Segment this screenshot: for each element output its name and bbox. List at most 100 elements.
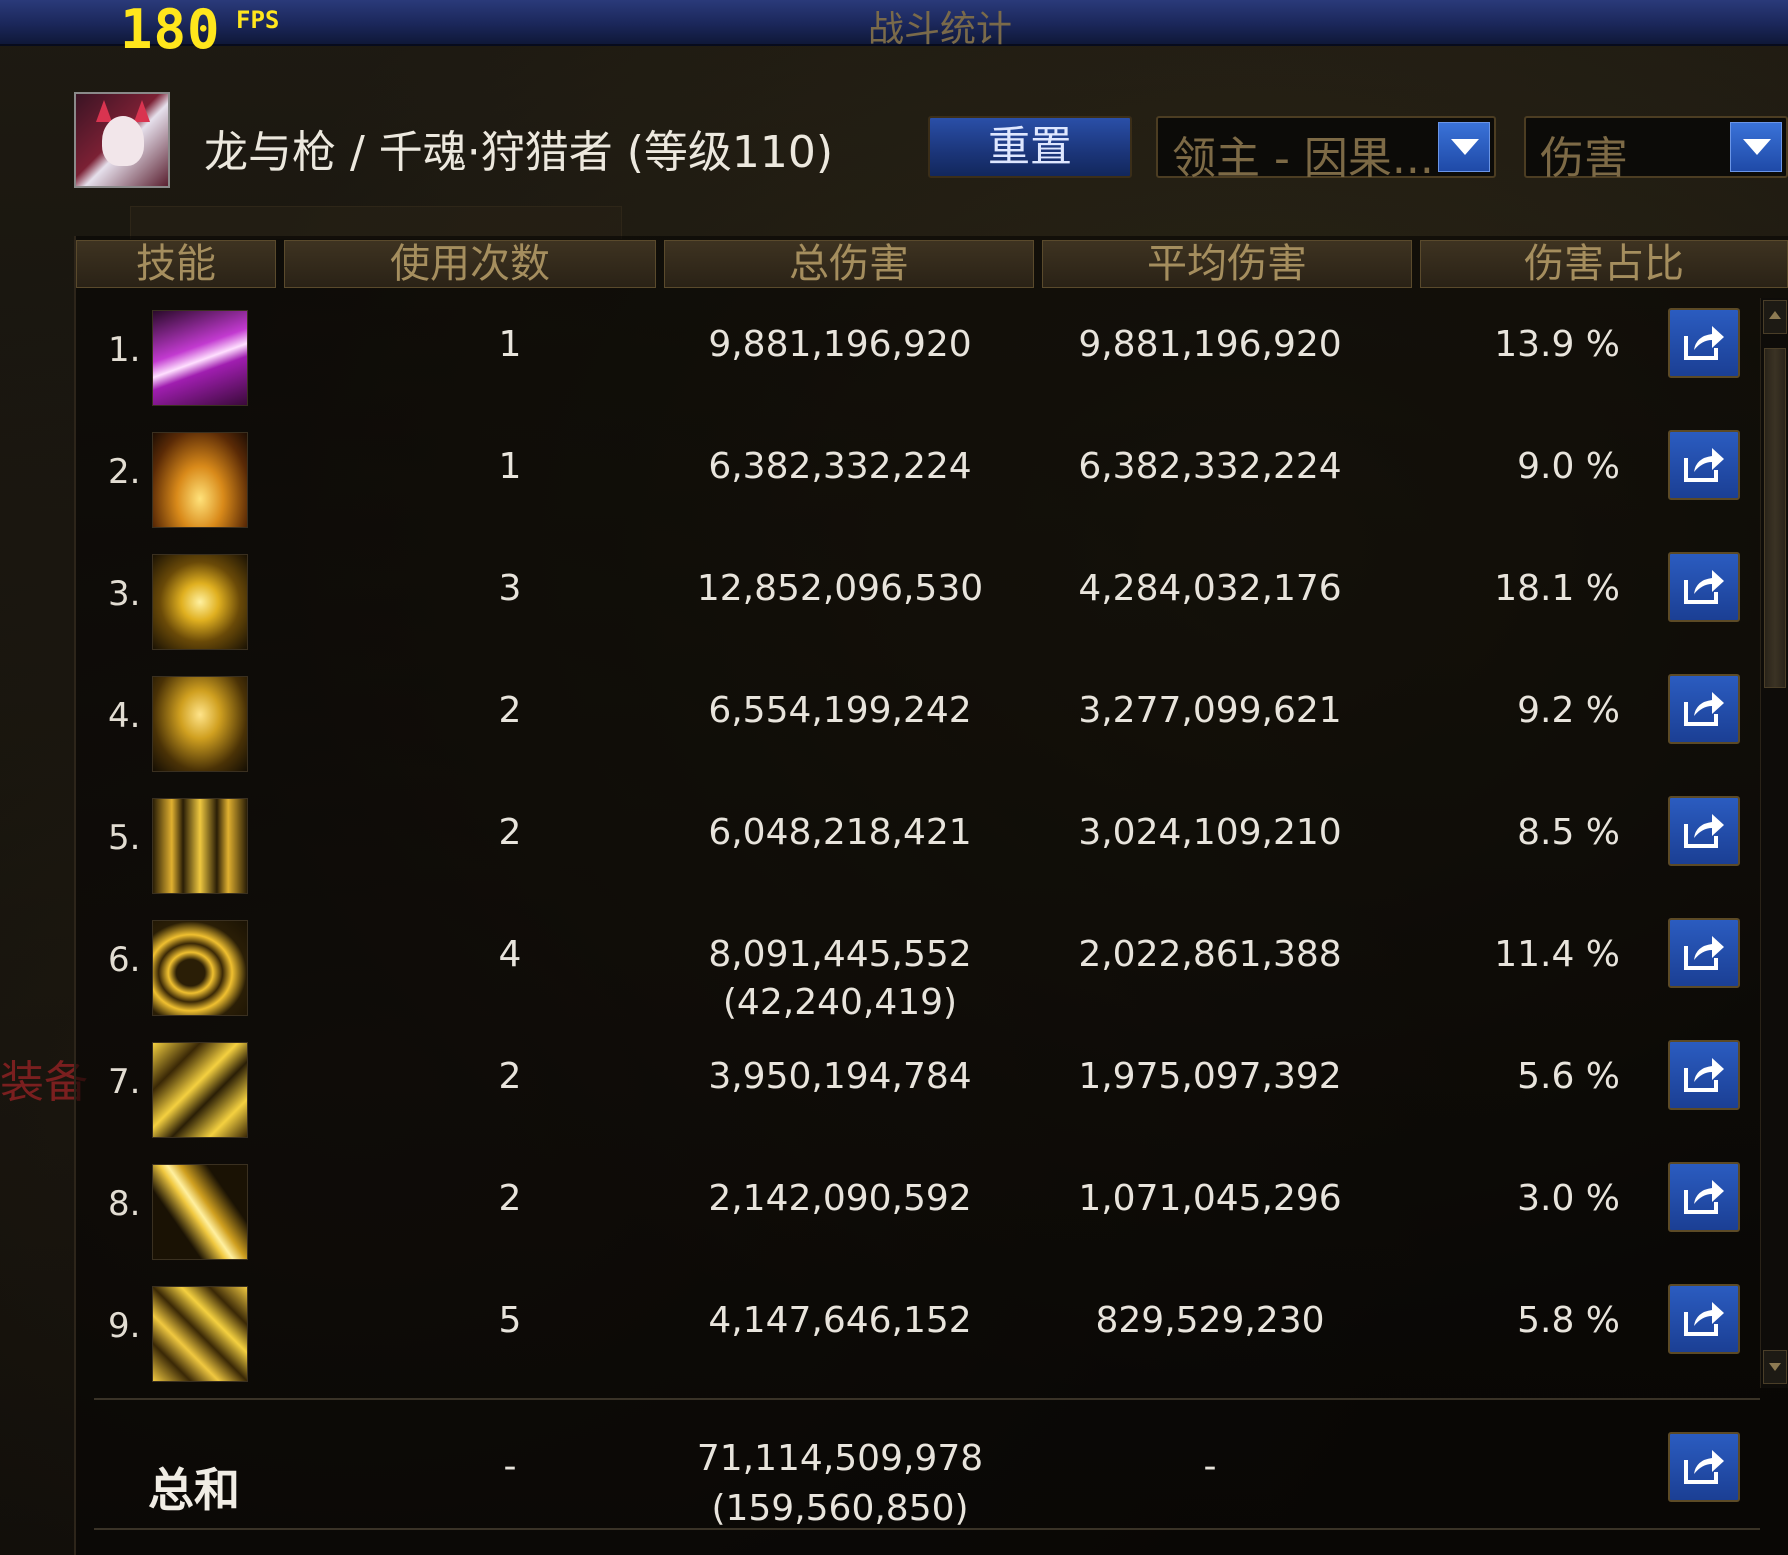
share-button[interactable] bbox=[1668, 674, 1740, 744]
scroll-up-icon[interactable] bbox=[1763, 300, 1787, 334]
total-damage: 6,554,199,242 bbox=[708, 690, 972, 731]
skill-icon-claw bbox=[152, 798, 248, 894]
fps-counter: 180 bbox=[120, 0, 221, 61]
stat-type-dropdown[interactable]: 伤害 bbox=[1524, 116, 1788, 184]
total-damage: 8,091,445,552 bbox=[708, 934, 972, 975]
row-rank: 5. bbox=[108, 818, 141, 858]
share-icon bbox=[1684, 1450, 1724, 1484]
average-damage: 1,975,097,392 bbox=[1078, 1056, 1342, 1097]
reset-button[interactable]: 重置 bbox=[928, 116, 1132, 178]
damage-share: 8.5 % bbox=[1517, 812, 1620, 853]
skill-icon-swirl bbox=[152, 920, 248, 1016]
uses-count: 4 bbox=[498, 934, 522, 975]
total-damage: 6,048,218,421 bbox=[708, 812, 972, 853]
table-row: 7. 2 3,950,194,784 1,975,097,392 5.6 % bbox=[80, 1028, 1760, 1150]
average-damage: 9,881,196,920 bbox=[1078, 324, 1342, 365]
total-damage: 2,142,090,592 bbox=[708, 1178, 972, 1219]
character-name: 龙与枪 / 千魂·狩猎者 (等级110) bbox=[204, 127, 834, 178]
row-rank: 3. bbox=[108, 574, 141, 614]
skill-icon-strike bbox=[152, 1164, 248, 1260]
skill-icon-spear bbox=[152, 1286, 248, 1382]
total-damage-sum-extra: (159,560,850) bbox=[711, 1488, 969, 1529]
scrollbar[interactable] bbox=[1760, 298, 1788, 1388]
average-damage: 3,277,099,621 bbox=[1078, 690, 1342, 731]
background-tab bbox=[130, 206, 622, 239]
total-damage: 6,382,332,224 bbox=[708, 446, 972, 487]
skill-icon-wave bbox=[152, 676, 248, 772]
share-button[interactable] bbox=[1668, 308, 1740, 378]
share-button[interactable] bbox=[1668, 1162, 1740, 1232]
uses-count: 2 bbox=[498, 1178, 522, 1219]
total-label: 总和 bbox=[148, 1463, 240, 1517]
share-button[interactable] bbox=[1668, 1040, 1740, 1110]
uses-count: 3 bbox=[498, 568, 522, 609]
share-icon bbox=[1684, 814, 1724, 848]
share-icon bbox=[1684, 448, 1724, 482]
row-rank: 6. bbox=[108, 940, 141, 980]
share-icon bbox=[1684, 1058, 1724, 1092]
total-damage: 9,881,196,920 bbox=[708, 324, 972, 365]
average-damage: 829,529,230 bbox=[1095, 1300, 1325, 1341]
share-icon bbox=[1684, 1302, 1724, 1336]
table-row: 4. 2 6,554,199,242 3,277,099,621 9.2 % bbox=[80, 662, 1760, 784]
total-damage: 12,852,096,530 bbox=[696, 568, 984, 609]
share-icon bbox=[1684, 326, 1724, 360]
share-total-button[interactable] bbox=[1668, 1432, 1740, 1502]
share-icon bbox=[1684, 692, 1724, 726]
portrait-horn bbox=[96, 100, 112, 122]
damage-share: 9.2 % bbox=[1517, 690, 1620, 731]
average-damage: 6,382,332,224 bbox=[1078, 446, 1342, 487]
damage-share: 5.6 % bbox=[1517, 1056, 1620, 1097]
portrait-face bbox=[102, 116, 144, 166]
share-button[interactable] bbox=[1668, 430, 1740, 500]
skill-icon-slash bbox=[152, 310, 248, 406]
table-row: 6. 4 8,091,445,552 (42,240,419) 2,022,86… bbox=[80, 906, 1760, 1028]
row-rank: 1. bbox=[108, 330, 141, 370]
scroll-down-icon[interactable] bbox=[1763, 1350, 1787, 1384]
table-row: 9. 5 4,147,646,152 829,529,230 5.8 % bbox=[80, 1272, 1760, 1394]
table-row: 8. 2 2,142,090,592 1,071,045,296 3.0 % bbox=[80, 1150, 1760, 1272]
total-damage-sum: 71,114,509,978 bbox=[696, 1438, 984, 1479]
share-button[interactable] bbox=[1668, 552, 1740, 622]
row-rank: 4. bbox=[108, 696, 141, 736]
total-uses: - bbox=[503, 1446, 517, 1487]
uses-count: 1 bbox=[498, 324, 522, 365]
average-damage: 1,071,045,296 bbox=[1078, 1178, 1342, 1219]
window-title: 战斗统计 bbox=[867, 9, 1012, 50]
share-button[interactable] bbox=[1668, 1284, 1740, 1354]
row-rank: 8. bbox=[108, 1184, 141, 1224]
share-icon bbox=[1684, 1180, 1724, 1214]
scroll-thumb[interactable] bbox=[1764, 348, 1786, 688]
share-button[interactable] bbox=[1668, 796, 1740, 866]
uses-count: 2 bbox=[498, 1056, 522, 1097]
header-damage-share: 伤害占比 bbox=[1420, 240, 1788, 288]
total-damage: 4,147,646,152 bbox=[708, 1300, 972, 1341]
table-divider bbox=[94, 1398, 1760, 1400]
damage-share: 9.0 % bbox=[1517, 446, 1620, 487]
row-rank: 2. bbox=[108, 452, 141, 492]
dropdown-arrow-icon[interactable] bbox=[1730, 122, 1782, 172]
average-damage: 3,024,109,210 bbox=[1078, 812, 1342, 853]
table-row: 1. 1 9,881,196,920 9,881,196,920 13.9 % bbox=[80, 296, 1760, 418]
table-divider bbox=[94, 1528, 1760, 1530]
skill-icon-burst bbox=[152, 432, 248, 528]
fps-unit: FPS bbox=[236, 6, 280, 34]
damage-share: 18.1 % bbox=[1494, 568, 1620, 609]
share-button[interactable] bbox=[1668, 918, 1740, 988]
row-rank: 7. bbox=[108, 1062, 141, 1102]
character-portrait bbox=[74, 92, 170, 188]
row-rank: 9. bbox=[108, 1306, 141, 1346]
damage-share: 3.0 % bbox=[1517, 1178, 1620, 1219]
skill-icon-lightning bbox=[152, 1042, 248, 1138]
uses-count: 1 bbox=[498, 446, 522, 487]
average-damage: 4,284,032,176 bbox=[1078, 568, 1342, 609]
total-damage: 3,950,194,784 bbox=[708, 1056, 972, 1097]
dungeon-dropdown-value: 领主 - 因果... bbox=[1172, 133, 1434, 184]
dropdown-arrow-icon[interactable] bbox=[1438, 122, 1490, 172]
average-damage: 2,022,861,388 bbox=[1078, 934, 1342, 975]
header-uses: 使用次数 bbox=[284, 240, 656, 288]
dungeon-dropdown[interactable]: 领主 - 因果... bbox=[1156, 116, 1496, 184]
stat-type-dropdown-value: 伤害 bbox=[1540, 133, 1628, 184]
total-average: - bbox=[1203, 1446, 1217, 1487]
title-bar: 180 FPS 战斗统计 bbox=[0, 0, 1788, 61]
